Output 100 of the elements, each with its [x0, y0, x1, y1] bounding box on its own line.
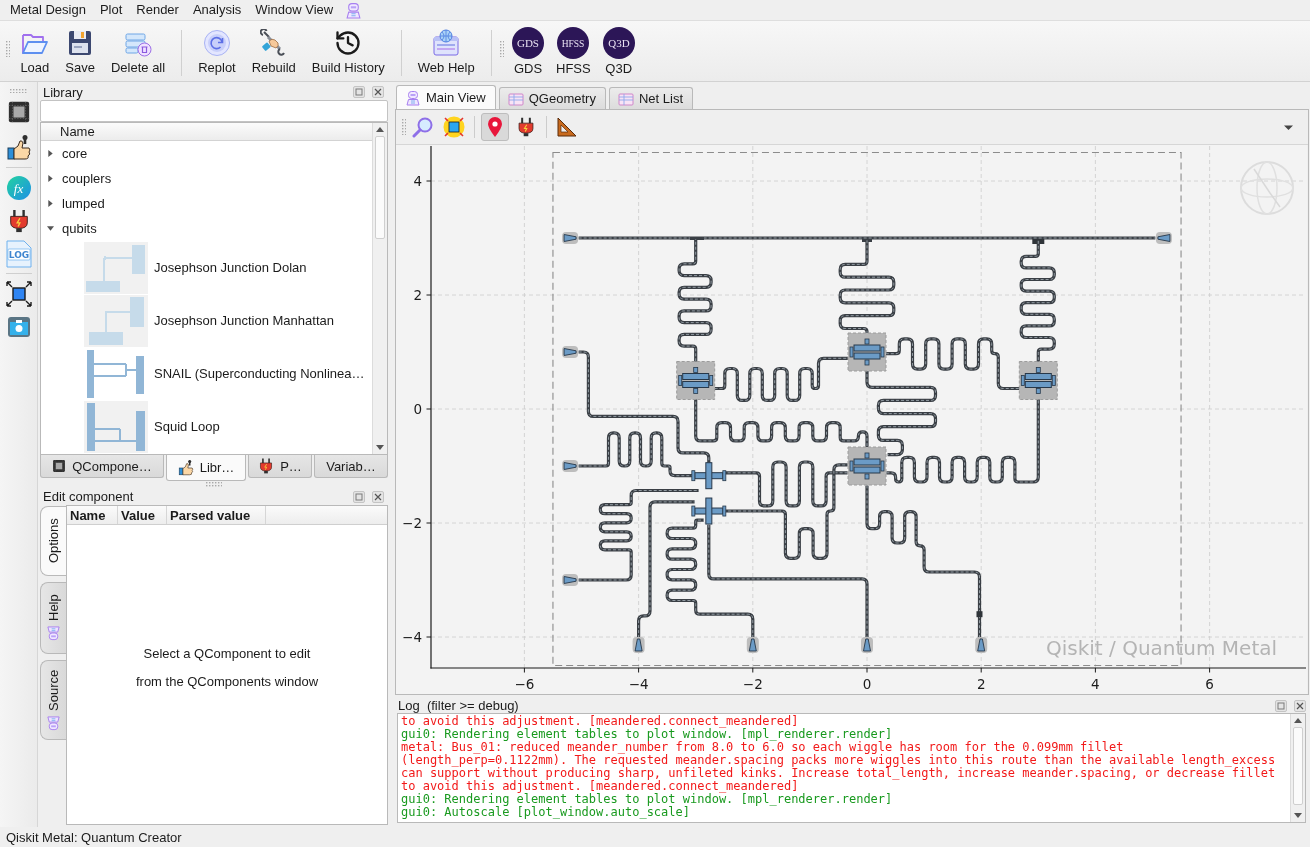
column-header: Parsed value	[167, 506, 266, 524]
tick-label: 2	[976, 676, 986, 692]
scrollbar-thumb[interactable]	[1293, 727, 1303, 805]
watermark-text: Qiskit / Quantum Metal	[1046, 636, 1278, 660]
toolbar-button[interactable]: Replot	[190, 27, 244, 77]
tree-item[interactable]: Squid Loop	[41, 400, 372, 453]
empty-message: Select a QComponent to edit from the QComponents window	[135, 644, 319, 691]
tree-item[interactable]: Josephson Junction Manhattan	[41, 294, 372, 347]
launch-pad	[562, 346, 579, 358]
wrench-hand-icon	[259, 29, 288, 57]
toolbar-button[interactable]: Delete all	[102, 27, 174, 77]
menu-item[interactable]: Window View	[248, 1, 341, 19]
scrollbar-thumb[interactable]	[375, 136, 385, 239]
view-tab[interactable]: QGeometry	[498, 87, 606, 109]
float-button[interactable]	[353, 490, 365, 503]
menu-item[interactable]: Render	[129, 1, 186, 19]
qubit	[1018, 361, 1058, 400]
tick-label: −2	[402, 515, 422, 531]
qubit	[847, 332, 887, 372]
table-icon	[617, 90, 634, 107]
restore-icon	[1277, 701, 1285, 710]
dock-tab[interactable]: QCompone…	[40, 455, 164, 478]
dock-title: Edit component	[43, 489, 134, 504]
dock-title: Library	[43, 84, 83, 100]
tree-item[interactable]: qubits	[41, 216, 372, 241]
toolbar-button[interactable]: Rebuild	[243, 27, 304, 77]
toolbar-button[interactable]: Q3D Q3D	[596, 27, 641, 78]
close-icon	[374, 492, 382, 501]
tree-item[interactable]: lumped	[41, 191, 372, 216]
camera-icon	[6, 314, 31, 339]
log-line: gui0: Autoscale [plot_window.auto_scale]	[401, 806, 691, 819]
launch-pad	[562, 460, 579, 472]
component-thumbnail	[84, 400, 148, 453]
toolbar-button[interactable]: Load	[12, 27, 58, 77]
toolbar-button[interactable]: Web Help	[409, 27, 483, 77]
search-field[interactable]	[40, 100, 388, 122]
tick-label: 6	[1205, 676, 1214, 692]
coupler-cross	[691, 462, 727, 490]
tree-item[interactable]: core	[41, 141, 372, 166]
grip-icon	[10, 89, 27, 94]
arrow-up-icon	[1294, 718, 1302, 723]
expand-square-icon	[443, 116, 466, 138]
launch-pad	[975, 637, 988, 653]
log-line: can support without producing sharp, unfileted kinks. Increase total_length, increase meander.spacing, or decrease fillet	[401, 767, 1277, 780]
thumbs-up-wrench-icon	[5, 134, 32, 161]
toolbar-button[interactable]: GDS GDS	[506, 27, 551, 78]
history-icon	[334, 29, 363, 57]
logo-badge: GDS	[512, 27, 545, 59]
side-tab[interactable]: Help	[40, 582, 66, 654]
tick-label: 0	[862, 676, 872, 692]
launch-pad	[562, 574, 579, 586]
tree-item[interactable]: Josephson Junction Dolan	[41, 241, 372, 294]
restore-icon	[355, 492, 363, 501]
menu-item[interactable]: Metal Design	[3, 1, 93, 19]
toolbar-button[interactable]: HFSS HFSS	[550, 27, 597, 78]
tick-label: 4	[413, 173, 422, 189]
log-line: gui0: Rendering element tables to plot window. [mpl_renderer.render]	[401, 728, 894, 741]
close-icon	[374, 88, 382, 96]
toolbar-button[interactable]: Build History	[303, 27, 393, 77]
close-button[interactable]	[372, 490, 384, 503]
tick-label: −4	[402, 629, 422, 645]
float-button[interactable]	[353, 86, 365, 98]
globe-logo-icon	[1240, 161, 1294, 215]
dock-tab[interactable]: Variab…	[314, 455, 388, 478]
plug-icon	[258, 458, 275, 474]
tree-item[interactable]: couplers	[41, 166, 372, 191]
logo-badge: Q3D	[602, 27, 635, 59]
column-header: Name	[41, 123, 372, 141]
log-line: gui0: Rendering element tables to plot window. [mpl_renderer.render]	[401, 793, 894, 806]
menu-item[interactable]: Plot	[92, 1, 130, 19]
close-button[interactable]	[1294, 699, 1306, 712]
refresh-icon	[202, 29, 231, 57]
dock-tab[interactable]: P…	[248, 455, 312, 478]
view-tab[interactable]: Main View	[396, 85, 496, 109]
zoom-icon	[412, 116, 435, 138]
view-tab[interactable]: Net List	[608, 87, 693, 109]
grip-icon	[6, 41, 11, 58]
arrow-down-icon	[376, 445, 384, 450]
close-button[interactable]	[372, 86, 384, 98]
scrollbar[interactable]	[372, 123, 387, 454]
tick-label: −6	[514, 676, 535, 692]
tick-label: 0	[413, 401, 422, 417]
launch-pad	[1155, 232, 1172, 244]
robot-icon	[405, 89, 421, 106]
launch-pad	[632, 637, 645, 653]
status-text: Qiskit Metal: Quantum Creator	[6, 829, 182, 845]
thumbs-up-wrench-icon	[177, 459, 194, 476]
float-button[interactable]	[1275, 699, 1287, 712]
scrollbar[interactable]	[1290, 714, 1305, 822]
dock-tab[interactable]: Libr…	[166, 455, 246, 481]
toolbar-button[interactable]: Save	[57, 27, 103, 77]
side-tab[interactable]: Source	[40, 660, 66, 740]
column-header: Name	[67, 506, 118, 524]
expand-arrows-icon	[5, 280, 32, 307]
menu-item[interactable]: Analysis	[185, 1, 249, 19]
grip-icon	[499, 41, 505, 58]
side-tab[interactable]: Options	[40, 506, 66, 576]
tree-item[interactable]: SNAIL (Superconducting Nonlinea…	[41, 347, 372, 400]
launch-pad	[746, 637, 759, 653]
restore-icon	[355, 88, 363, 96]
